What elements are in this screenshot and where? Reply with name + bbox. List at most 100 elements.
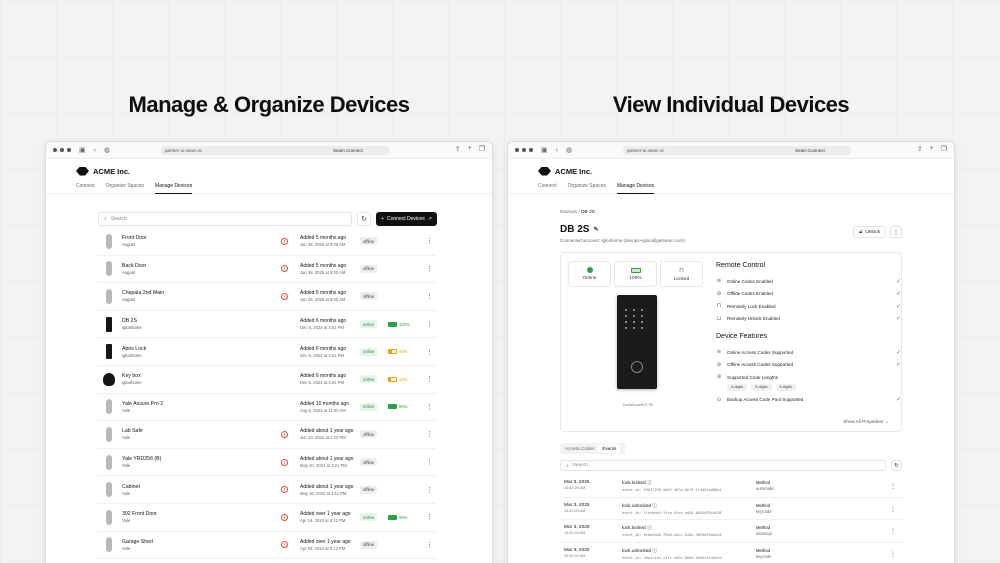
row-menu-kebab-icon[interactable]: ⋮ [426, 375, 433, 383]
device-thumbnail [106, 509, 112, 525]
row-menu-kebab-icon[interactable]: ⋮ [890, 506, 896, 513]
table-row[interactable]: Mar 3, 2025 10:42:03 AM lock.unlocked ⓘ eve… [560, 543, 902, 563]
edit-pencil-icon[interactable]: ✎ [593, 226, 598, 233]
table-row[interactable]: Chapala 2nd Main August! Added 5 months ag… [98, 283, 437, 311]
browser-tab-seam-connect[interactable]: Seam Connect [329, 146, 389, 155]
check-icon: ✓ [895, 397, 901, 404]
tabs-overview-icon[interactable]: ❐ [941, 145, 947, 153]
added-cell: Added about 1 year ago Jun 10, 2024 at 1:… [300, 428, 353, 440]
table-row[interactable]: Cabinet Yale! Added about 1 year ago May 16… [98, 476, 437, 504]
event-info: lock.unlocked ⓘ event_id: c6a1c1e4-c5f1-4… [622, 547, 722, 560]
event-id: event_id: c6a1c1e4-c5f1-4d2e-8d3a-b5e6fa… [622, 555, 722, 560]
table-row[interactable]: Yale YRD256 (B) Yale! Added about 1 year a… [98, 449, 437, 477]
added-cell: Added 6 months ago Dec 6, 2024 at 4:01 PM [300, 346, 346, 358]
tab-manage-devices[interactable]: Manage Devices [616, 183, 655, 194]
device-name-cell: Garage Shed Yale [122, 539, 272, 551]
browser-tab-seam-connect[interactable]: Seam Connect [791, 146, 851, 155]
table-row[interactable]: Front Door August! Added 5 months ago Jan 2… [98, 228, 437, 256]
tabs-overview-icon[interactable]: ❐ [479, 145, 485, 153]
method-value: keycode [756, 508, 772, 514]
table-row[interactable]: Lab Safe Yale! Added about 1 year ago Jun 1… [98, 421, 437, 449]
row-menu-kebab-icon[interactable]: ⋮ [426, 458, 433, 466]
window-controls[interactable] [515, 148, 533, 152]
device-brand: August [122, 297, 136, 303]
acme-logo-icon [538, 166, 551, 176]
breadcrumb-devices[interactable]: Devices [560, 210, 577, 215]
unlock-button[interactable]: 🔓︎ Unlock [853, 226, 886, 238]
event-info: lock.locked ⓘ event_id: 93b17226-4e62-487… [622, 479, 722, 492]
added-date: Dec 6, 2024 at 4:01 PM [300, 352, 344, 358]
table-row[interactable]: Garage Shed Yale! Added over 1 year ago Apr… [98, 532, 437, 560]
added-relative: Added over 1 year ago [300, 538, 351, 545]
event-date: Mar 3, 2025 [564, 480, 590, 485]
kebab-icon: ⋮ [893, 229, 899, 236]
row-menu-kebab-icon[interactable]: ⋮ [890, 528, 896, 535]
status-badge: online [360, 347, 378, 356]
device-thumbnail [106, 233, 112, 249]
refresh-button[interactable]: ↻ [357, 212, 372, 226]
sidebar-toggle-icon[interactable]: ▣ [79, 146, 86, 154]
events-search-input[interactable]: ⌕ Search [560, 460, 886, 471]
warning-icon: ! [281, 265, 288, 273]
share-icon[interactable]: ⇪ [917, 145, 923, 153]
connect-devices-button[interactable]: + Connect Devices ↗ [376, 212, 437, 226]
window-controls[interactable] [53, 148, 71, 152]
row-menu-kebab-icon[interactable]: ⋮ [890, 483, 896, 490]
status-badge: offline [360, 485, 378, 494]
row-menu-kebab-icon[interactable]: ⋮ [426, 430, 433, 438]
events-refresh-button[interactable]: ↻ [891, 460, 902, 471]
new-tab-icon[interactable]: + [468, 145, 472, 153]
table-row[interactable]: Key box Igloohome Added 6 months ago Dec 6,… [98, 366, 437, 394]
row-menu-kebab-icon[interactable]: ⋮ [426, 265, 433, 273]
row-menu-kebab-icon[interactable]: ⋮ [426, 237, 433, 245]
tab-events[interactable]: Events [598, 444, 621, 453]
row-menu-kebab-icon[interactable]: ⋮ [426, 292, 433, 300]
event-date: Mar 3, 2025 [564, 547, 590, 553]
table-row[interactable]: Mar 3, 2025 10:42:03 AM lock.unlocked ⓘ eve… [560, 498, 902, 520]
tab-manage-devices[interactable]: Manage Devices [154, 183, 193, 194]
table-row[interactable]: DB 2S Igloohome Added 6 months ago Dec 6, 2… [98, 311, 437, 339]
brand: ACME Inc. [76, 165, 462, 177]
row-menu-kebab-icon[interactable]: ⋮ [426, 513, 433, 521]
back-icon[interactable]: ‹ [556, 147, 558, 154]
device-feature: ⊘ Offline Access Codes Supported ✓ [716, 359, 901, 372]
battery-percent: 96% [399, 404, 408, 410]
new-tab-icon[interactable]: + [930, 145, 934, 153]
tab-organize-spaces[interactable]: Organize Spaces [568, 183, 606, 194]
tab-access-codes[interactable]: Access Codes [561, 444, 598, 453]
tab-connect[interactable]: Connect [538, 183, 557, 194]
sidebar-toggle-icon[interactable]: ▣ [541, 146, 548, 154]
row-menu-kebab-icon[interactable]: ⋮ [890, 551, 896, 558]
tab-connect[interactable]: Connect [76, 183, 95, 194]
table-row[interactable]: 302 Front Door Yale! Added over 1 year ago… [98, 504, 437, 532]
back-icon[interactable]: ‹ [94, 147, 96, 154]
check-icon: ✓ [895, 349, 901, 356]
device-name: Abris Lock [122, 345, 147, 352]
event-date: Mar 3, 2025 [564, 502, 590, 508]
row-menu-kebab-icon[interactable]: ⋮ [426, 486, 433, 494]
added-cell: Added 10 months ago Aug 5, 2024 at 11:00 … [300, 401, 349, 413]
added-cell: Added over 1 year ago Apr 19, 2024 at 6:1… [300, 539, 351, 551]
row-menu-kebab-icon[interactable]: ⋮ [426, 348, 433, 356]
more-options-button[interactable]: ⋮ [890, 226, 902, 238]
show-all-properties-link[interactable]: Show All Properties → [843, 419, 889, 424]
device-name: Yale YRD256 (B) [122, 456, 162, 463]
warning-icon: ! [281, 292, 288, 300]
row-menu-kebab-icon[interactable]: ⋮ [426, 541, 433, 549]
row-menu-kebab-icon[interactable]: ⋮ [426, 403, 433, 411]
table-row[interactable]: Mar 3, 2025 10:42:25 AM lock.locked ⓘ event… [560, 475, 902, 498]
event-datetime: Mar 3, 2025 10:42:25 AM [564, 480, 590, 490]
share-icon[interactable]: ⇪ [455, 145, 461, 153]
row-menu-kebab-icon[interactable]: ⋮ [426, 320, 433, 328]
device-thumbnail [106, 537, 112, 553]
plus-icon: + [381, 216, 384, 222]
feature-backup-pool: ⊙ Backup Access Code Pool Supported ✓ [716, 396, 901, 404]
status-badge: online [360, 320, 378, 329]
table-row[interactable]: Abris Lock Igloohome Added 6 months ago Dec… [98, 338, 437, 366]
tab-organize-spaces[interactable]: Organize Spaces [106, 183, 144, 194]
table-row[interactable]: Yale Assure Pro 2 Yale Added 10 months ago… [98, 394, 437, 422]
device-search-input[interactable]: ⌕ Search [98, 212, 353, 226]
table-row[interactable]: Back Door August! Added 5 months ago Jan 28… [98, 256, 437, 284]
table-row[interactable]: Mar 3, 2025 10:42:03 AM lock.locked ⓘ event… [560, 520, 902, 543]
search-icon: ⌕ [104, 216, 107, 222]
